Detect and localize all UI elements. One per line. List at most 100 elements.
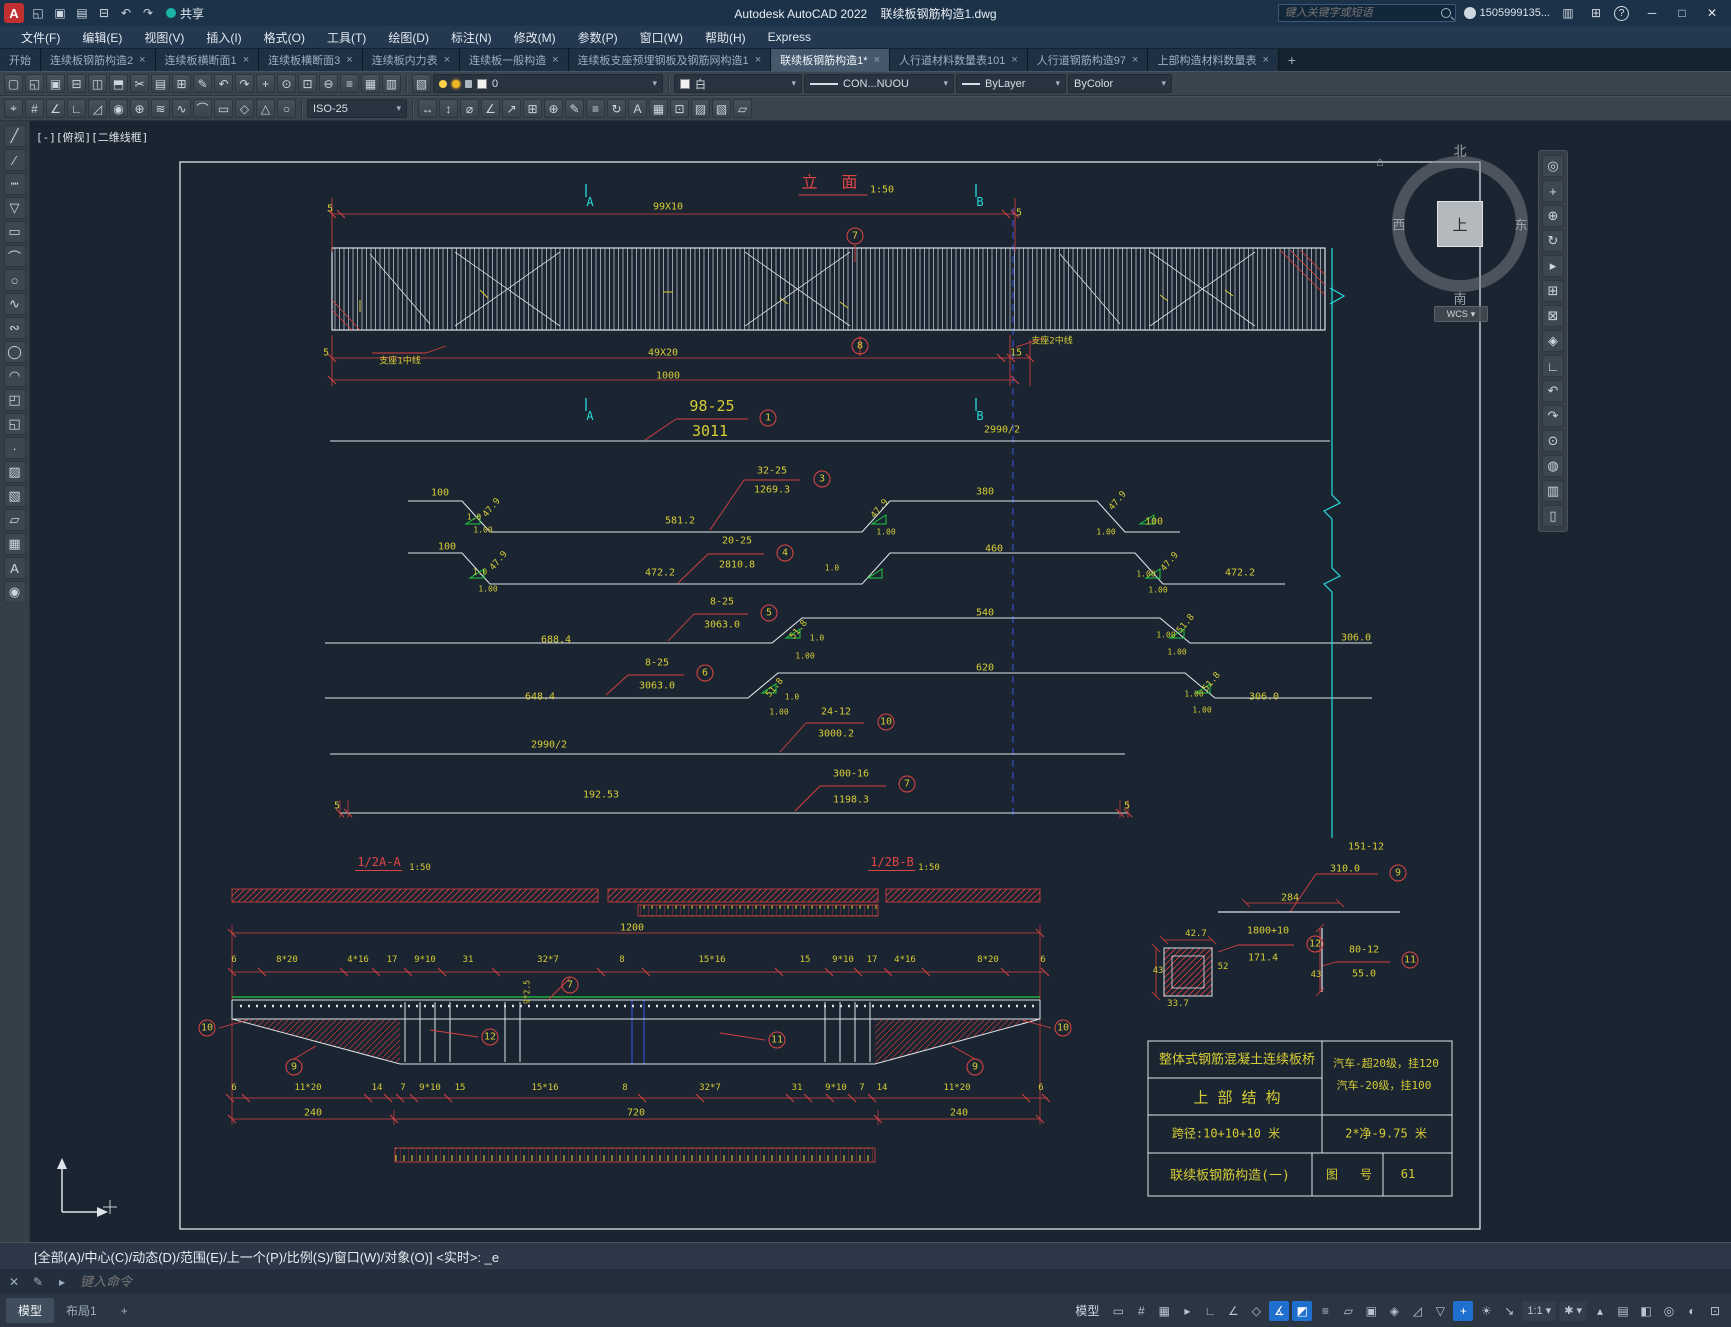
- properties-icon[interactable]: ≡: [340, 74, 359, 93]
- selection-cycling-icon[interactable]: ▣: [1361, 1301, 1381, 1321]
- file-tab[interactable]: 连续板内力表 ×: [362, 49, 461, 71]
- zoom-window2-icon[interactable]: ⊞: [1542, 280, 1564, 302]
- zoom-realtime-icon[interactable]: ⊙: [277, 74, 296, 93]
- angle-icon[interactable]: ∠: [46, 99, 65, 118]
- wcs-selector[interactable]: WCS ▾: [1434, 306, 1488, 322]
- linetype-dropdown[interactable]: CON...NUOU ▾: [804, 74, 954, 93]
- circle-tool-icon[interactable]: ○: [277, 99, 296, 118]
- polygon-icon[interactable]: ▽: [3, 197, 26, 219]
- layer-dropdown[interactable]: 0 ▾: [433, 74, 663, 93]
- compass-west-label[interactable]: 西: [1392, 215, 1405, 234]
- menu-item[interactable]: 标注(N): [440, 26, 503, 48]
- menu-item[interactable]: 绘图(D): [377, 26, 440, 48]
- block-tool-icon[interactable]: ⊡: [670, 99, 689, 118]
- autodesk-apps-icon[interactable]: ⊞: [1586, 3, 1606, 23]
- osnap-icon[interactable]: ◩: [1292, 1300, 1313, 1321]
- save-icon[interactable]: ▣: [46, 74, 65, 93]
- view-back-icon[interactable]: ↶: [1542, 380, 1564, 402]
- tab-close-icon[interactable]: ×: [874, 54, 880, 66]
- zoom-previous-icon[interactable]: ⊖: [319, 74, 338, 93]
- plot-icon[interactable]: ⊟: [67, 74, 86, 93]
- construction-line-icon[interactable]: ∕: [3, 149, 26, 171]
- diamond-icon[interactable]: ◇: [235, 99, 254, 118]
- search-icon[interactable]: [1440, 8, 1451, 18]
- menu-item[interactable]: 视图(V): [133, 26, 195, 48]
- gradient-tool-icon[interactable]: ▧: [712, 99, 731, 118]
- grid-icon[interactable]: #: [1131, 1301, 1151, 1321]
- lock-ui-icon[interactable]: ◧: [1636, 1301, 1656, 1321]
- table-icon[interactable]: ▦: [3, 533, 26, 555]
- snap-grid-icon[interactable]: #: [25, 99, 44, 118]
- region-tool-icon[interactable]: ▱: [733, 99, 752, 118]
- gradient-icon[interactable]: ▧: [3, 485, 26, 507]
- mtext-icon[interactable]: A: [3, 557, 26, 579]
- line-tool-icon[interactable]: ╱: [3, 125, 26, 147]
- autocad-logo[interactable]: A: [4, 3, 24, 23]
- compass-north-label[interactable]: 北: [1453, 141, 1466, 160]
- autoscale-icon[interactable]: ↘: [1499, 1301, 1519, 1321]
- donut-icon[interactable]: ◉: [3, 581, 26, 603]
- home-icon[interactable]: ⌂: [1376, 154, 1384, 169]
- point-icon[interactable]: ·: [3, 437, 26, 459]
- dynamic-input-icon[interactable]: ▸: [1177, 1301, 1197, 1321]
- graphics-performance-icon[interactable]: ◐: [1682, 1301, 1702, 1321]
- otrack-icon[interactable]: ∡: [1269, 1300, 1290, 1321]
- model-tab[interactable]: 模型: [6, 1298, 55, 1323]
- qat-redo-icon[interactable]: ↷: [138, 3, 158, 23]
- command-close-icon[interactable]: ✕: [6, 1275, 22, 1289]
- plotstyle-dropdown[interactable]: ByColor ▾: [1068, 74, 1172, 93]
- osnap-center-icon[interactable]: ⌖: [4, 99, 23, 118]
- node-icon[interactable]: ◉: [109, 99, 128, 118]
- qat-save-icon[interactable]: ▣: [50, 3, 70, 23]
- pan-icon[interactable]: +: [256, 74, 275, 93]
- pan-hand-icon[interactable]: +: [1542, 180, 1564, 202]
- lineweight-dropdown[interactable]: ByLayer ▾: [956, 74, 1066, 93]
- revcloud-icon[interactable]: ∿: [3, 293, 26, 315]
- tab-close-icon[interactable]: ×: [346, 54, 352, 66]
- ucs-tool-icon[interactable]: ∟: [1542, 355, 1564, 377]
- zoom-extents-icon[interactable]: ⊕: [1542, 205, 1564, 227]
- dim-angle-icon[interactable]: ∠: [481, 99, 500, 118]
- menu-item[interactable]: 参数(P): [567, 26, 629, 48]
- ortho-icon[interactable]: ∟: [1200, 1301, 1220, 1321]
- wave-icon[interactable]: ≋: [151, 99, 170, 118]
- paste-icon[interactable]: ⊞: [172, 74, 191, 93]
- isolate-view-icon[interactable]: ◍: [1542, 455, 1564, 477]
- new-icon[interactable]: ▢: [4, 74, 23, 93]
- file-tab[interactable]: 联续板钢筋构造1* ×: [771, 49, 890, 71]
- snap-icon[interactable]: ▦: [1154, 1301, 1174, 1321]
- match-properties-icon[interactable]: ✎: [193, 74, 212, 93]
- copy-icon[interactable]: ▤: [151, 74, 170, 93]
- make-block-icon[interactable]: ◱: [3, 413, 26, 435]
- account-menu[interactable]: 1505999135...: [1463, 7, 1550, 19]
- text-tool-icon[interactable]: A: [628, 99, 647, 118]
- polar-icon[interactable]: ∠: [1223, 1301, 1243, 1321]
- menu-item[interactable]: 窗口(W): [629, 26, 694, 48]
- tab-close-icon[interactable]: ×: [755, 54, 761, 66]
- menu-item[interactable]: 帮助(H): [694, 26, 757, 48]
- ellipse-icon[interactable]: ◯: [3, 341, 26, 363]
- compass-east-label[interactable]: 东: [1514, 215, 1527, 234]
- tab-close-icon[interactable]: ×: [243, 54, 249, 66]
- qat-plot-icon[interactable]: ⊟: [94, 3, 114, 23]
- file-tab[interactable]: 人行道材料数量表101 ×: [889, 49, 1028, 71]
- dim-center-icon[interactable]: ⊕: [544, 99, 563, 118]
- arc-tool-icon[interactable]: ⌒: [193, 99, 212, 118]
- maximize-button[interactable]: □: [1667, 0, 1697, 26]
- ortho-tool-icon[interactable]: ∟: [67, 99, 86, 118]
- tab-close-icon[interactable]: ×: [552, 54, 558, 66]
- compass-south-label[interactable]: 南: [1453, 289, 1466, 308]
- menu-item[interactable]: 插入(I): [195, 26, 252, 48]
- clean-screen-icon[interactable]: ⊡: [1705, 1301, 1725, 1321]
- dim-tolerance-icon[interactable]: ⊞: [523, 99, 542, 118]
- orbit-icon[interactable]: ↻: [1542, 230, 1564, 252]
- model-paper-icon[interactable]: ▭: [1108, 1301, 1128, 1321]
- file-tab[interactable]: 连续板横断面1 ×: [155, 49, 260, 71]
- dim-diameter-icon[interactable]: ⌀: [460, 99, 479, 118]
- model-space-label[interactable]: 模型: [1075, 1302, 1099, 1319]
- publish-icon[interactable]: ⬒: [109, 74, 128, 93]
- share-button[interactable]: 共享: [166, 5, 204, 22]
- spline-icon[interactable]: ∾: [3, 317, 26, 339]
- file-tab[interactable]: 连续板支座预埋钢板及钢筋网构造1 ×: [568, 49, 772, 71]
- layer-walk-icon[interactable]: ▥: [1542, 480, 1564, 502]
